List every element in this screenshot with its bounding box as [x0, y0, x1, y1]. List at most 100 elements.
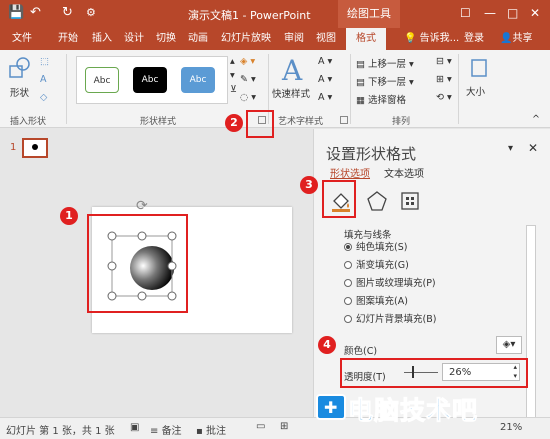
shape-effects-icon[interactable]: ◌ ▾ — [240, 92, 256, 103]
drawing-tools-context: 绘图工具 — [338, 0, 400, 28]
undo-icon[interactable]: ↶ — [30, 5, 41, 21]
tab-design[interactable]: 设计 — [120, 28, 148, 50]
slide-thumbnail[interactable] — [22, 138, 48, 158]
close-icon[interactable]: ✕ — [530, 6, 540, 20]
tab-review[interactable]: 审阅 — [280, 28, 308, 50]
annotation-box-shape — [87, 214, 188, 313]
annotation-badge-4: 4 — [318, 336, 336, 354]
shape-styles-gallery: Abc Abc Abc — [76, 56, 228, 104]
wordart-launcher[interactable] — [340, 116, 348, 124]
effects-icon[interactable] — [364, 189, 390, 213]
text-effects-icon[interactable]: A ▾ — [318, 92, 332, 103]
size-properties-icon[interactable] — [398, 189, 424, 213]
save-icon[interactable]: 💾 — [8, 5, 24, 21]
title-bar: 💾 ↶ ↻ ⚙ 演示文稿1 - PowerPoint 绘图工具 ☐ — □ ✕ — [0, 0, 550, 28]
layers-icon: ▤ — [356, 59, 365, 70]
pane-options-icon[interactable]: ▾ — [508, 143, 513, 154]
send-backward-button[interactable]: ▤ 下移一层 ▾ — [356, 74, 414, 88]
pattern-fill-option[interactable]: 图案填充(A) — [344, 293, 408, 307]
size-button[interactable]: 大小 — [466, 84, 485, 98]
radio-icon — [344, 279, 352, 287]
radio-icon — [344, 243, 352, 251]
shapes-button[interactable]: 形状 — [10, 85, 29, 99]
divider — [458, 54, 459, 124]
annotation-badge-2: 2 — [225, 114, 243, 132]
ribbon-tabs: 文件 开始 插入 设计 切换 动画 幻灯片放映 审阅 视图 格式 💡 告诉我..… — [0, 28, 550, 51]
divider — [350, 54, 351, 124]
shape-fill-icon[interactable]: ◈ ▾ — [240, 56, 255, 67]
color-picker-button[interactable]: ◈▾ — [496, 336, 522, 354]
share-button[interactable]: 👤共享 — [500, 28, 532, 50]
tab-file[interactable]: 文件 — [8, 28, 36, 50]
group-icon[interactable]: ⊞ ▾ — [436, 74, 452, 85]
wordart-group-label: 艺术字样式 — [278, 117, 324, 127]
selection-icon: ▦ — [356, 95, 365, 106]
text-box-icon[interactable]: A — [40, 74, 47, 85]
comment-icon: ▪ — [196, 426, 206, 437]
svg-text:⟳: ⟳ — [136, 198, 148, 214]
annotation-box-fill-icon — [322, 180, 356, 218]
edit-shape-icon[interactable]: ⬚ — [40, 56, 49, 67]
merge-shapes-icon[interactable]: ◇ — [40, 92, 47, 103]
insert-shapes-group-label: 插入形状 — [10, 117, 47, 127]
customize-qat-icon[interactable]: ⚙ — [86, 5, 96, 21]
layers-icon: ▤ — [356, 77, 365, 88]
sorter-view-icon[interactable]: ⊞ — [280, 421, 288, 432]
tab-animations[interactable]: 动画 — [184, 28, 212, 50]
rotate-icon[interactable]: ⟲ ▾ — [436, 92, 452, 103]
quick-styles-button[interactable]: 快速样式 — [272, 86, 310, 100]
wordart-a-icon[interactable]: A — [282, 54, 302, 87]
gallery-up-icon[interactable]: ▴ — [230, 56, 235, 67]
zoom-level[interactable]: 21% — [500, 422, 522, 433]
redo-icon[interactable]: ↻ — [62, 5, 73, 21]
shapes-icon[interactable] — [8, 56, 32, 80]
bring-forward-button[interactable]: ▤ 上移一层 ▾ — [356, 56, 414, 70]
ribbon-display-icon[interactable]: ☐ — [460, 6, 471, 20]
tab-text-options[interactable]: 文本选项 — [384, 165, 424, 180]
comments-button[interactable]: ▪ 批注 — [196, 422, 226, 437]
collapse-ribbon-icon[interactable]: ^ — [532, 114, 540, 125]
selection-pane-button[interactable]: ▦ 选择窗格 — [356, 92, 406, 106]
tab-home[interactable]: 开始 — [54, 28, 82, 50]
gallery-down-icon[interactable]: ▾ — [230, 70, 235, 81]
slide-number: 1 — [10, 142, 17, 153]
tab-transitions[interactable]: 切换 — [152, 28, 180, 50]
radio-icon — [344, 297, 352, 305]
maximize-icon[interactable]: □ — [507, 6, 518, 20]
align-icon[interactable]: ⊟ ▾ — [436, 56, 452, 67]
gradient-fill-option[interactable]: 渐变填充(G) — [344, 257, 409, 271]
radio-icon — [344, 261, 352, 269]
text-fill-icon[interactable]: A ▾ — [318, 56, 332, 67]
color-label: 颜色(C) — [344, 346, 378, 357]
sign-in-link[interactable]: 登录 — [464, 28, 484, 50]
tab-insert[interactable]: 插入 — [88, 28, 116, 50]
solid-fill-option[interactable]: 纯色填充(S) — [344, 239, 407, 253]
picture-fill-option[interactable]: 图片或纹理填充(P) — [344, 275, 436, 289]
annotation-badge-1: 1 — [60, 207, 78, 225]
tab-view[interactable]: 视图 — [312, 28, 340, 50]
size-icon[interactable] — [468, 56, 490, 80]
shape-outline-icon[interactable]: ✎ ▾ — [240, 74, 256, 85]
shape-styles-group-label: 形状样式 — [140, 117, 177, 127]
background-fill-option[interactable]: 幻灯片背景填充(B) — [344, 311, 436, 325]
style-preset-blue[interactable]: Abc — [181, 67, 215, 93]
style-preset-outline[interactable]: Abc — [85, 67, 119, 93]
notes-button[interactable]: ≡ 备注 — [150, 422, 182, 437]
user-icon: 👤 — [500, 33, 513, 44]
tab-format[interactable]: 格式 — [346, 28, 386, 51]
text-outline-icon[interactable]: A ▾ — [318, 74, 332, 85]
normal-view-icon[interactable]: ▭ — [256, 421, 265, 432]
slide-info: 幻灯片 第 1 张，共 1 张 — [6, 426, 115, 437]
thumbnail-shape — [32, 144, 38, 150]
tab-slideshow[interactable]: 幻灯片放映 — [218, 28, 274, 50]
spell-check-icon[interactable]: ▣ — [130, 422, 139, 433]
annotation-badge-3: 3 — [300, 176, 318, 194]
tell-me-search[interactable]: 💡 告诉我... — [404, 28, 459, 50]
annotation-box-launcher — [246, 110, 274, 138]
pane-scrollbar[interactable] — [526, 225, 536, 425]
pane-close-icon[interactable]: ✕ — [528, 141, 538, 155]
gallery-more-icon[interactable]: ⊻ — [230, 84, 237, 95]
style-preset-dark[interactable]: Abc — [133, 67, 167, 93]
minimize-icon[interactable]: — — [484, 6, 496, 20]
active-tab-underline — [330, 178, 370, 179]
